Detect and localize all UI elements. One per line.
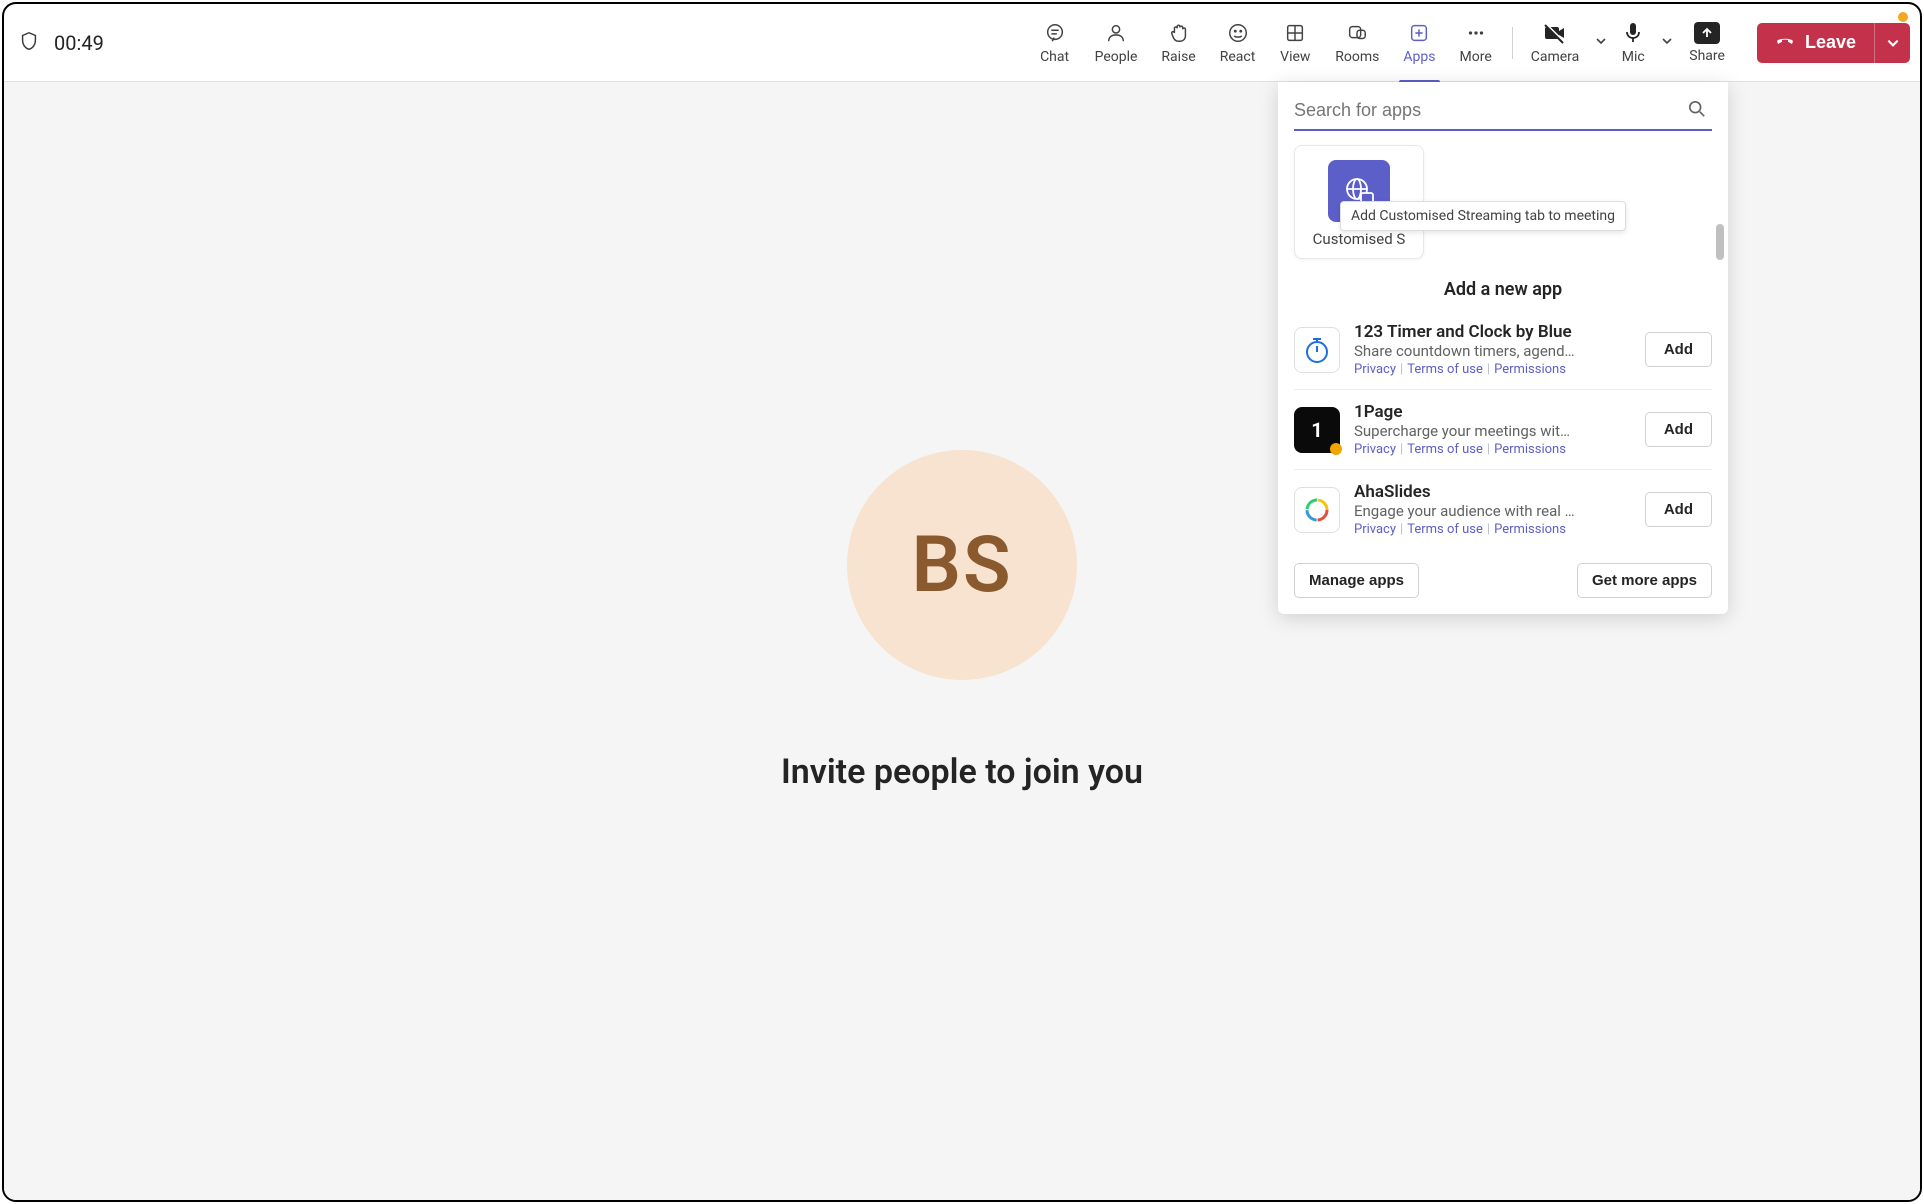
chat-label: Chat [1040, 49, 1069, 65]
phone-down-icon [1775, 30, 1795, 55]
rooms-icon [1345, 21, 1369, 45]
leave-label: Leave [1805, 32, 1856, 53]
meeting-timer: 00:49 [54, 31, 104, 55]
people-icon [1104, 21, 1128, 45]
meeting-window: 00:49 Chat People Raise React View [2, 2, 1922, 1202]
panel-scrollbar[interactable] [1716, 224, 1724, 260]
leave-chevron-button[interactable] [1874, 23, 1910, 63]
terms-link[interactable]: Terms of use [1407, 522, 1483, 537]
apps-button[interactable]: Apps [1391, 13, 1447, 73]
raise-label: Raise [1161, 49, 1195, 65]
app-desc: Supercharge your meetings wit… [1354, 422, 1631, 440]
rooms-label: Rooms [1335, 49, 1379, 65]
camera-chevron[interactable] [1591, 35, 1611, 51]
privacy-link[interactable]: Privacy [1354, 522, 1396, 537]
add-button[interactable]: Add [1645, 492, 1712, 527]
more-label: More [1460, 49, 1492, 65]
permissions-link[interactable]: Permissions [1494, 442, 1566, 457]
get-more-apps-button[interactable]: Get more apps [1577, 563, 1712, 598]
shield-icon[interactable] [18, 30, 40, 56]
apps-label: Apps [1403, 49, 1435, 65]
permissions-link[interactable]: Permissions [1494, 362, 1566, 377]
react-label: React [1220, 49, 1256, 65]
apps-icon [1407, 21, 1431, 45]
more-button[interactable]: More [1448, 13, 1504, 73]
react-button[interactable]: React [1208, 13, 1268, 73]
permissions-link[interactable]: Permissions [1494, 522, 1566, 537]
privacy-link[interactable]: Privacy [1354, 442, 1396, 457]
app-item-ahaslides: AhaSlides Engage your audience with real… [1294, 470, 1712, 549]
camera-label: Camera [1531, 49, 1580, 65]
mic-chevron[interactable] [1657, 35, 1677, 51]
raise-button[interactable]: Raise [1149, 13, 1207, 73]
add-button[interactable]: Add [1645, 332, 1712, 367]
timer-app-icon [1294, 327, 1340, 373]
app-name: 1Page [1354, 402, 1631, 422]
app-desc: Share countdown timers, agend… [1354, 342, 1631, 360]
people-button[interactable]: People [1083, 13, 1150, 73]
app-name: 123 Timer and Clock by Blue [1354, 322, 1631, 342]
add-new-app-heading: Add a new app [1278, 279, 1728, 300]
leave-button[interactable]: Leave [1757, 23, 1874, 63]
chat-icon [1043, 21, 1067, 45]
mic-label: Mic [1622, 49, 1645, 65]
mic-button[interactable]: Mic [1611, 21, 1655, 65]
camera-button[interactable]: Camera [1521, 21, 1590, 65]
1page-app-icon: 1 [1294, 407, 1340, 453]
share-label: Share [1689, 48, 1725, 64]
app-desc: Engage your audience with real … [1354, 502, 1631, 520]
share-button[interactable]: Share [1677, 22, 1737, 64]
grid-icon [1283, 21, 1307, 45]
app-search-box[interactable] [1294, 92, 1712, 131]
camera-off-icon [1543, 21, 1567, 45]
toolbar-divider [1512, 27, 1513, 59]
app-name: AhaSlides [1354, 482, 1631, 502]
manage-apps-button[interactable]: Manage apps [1294, 563, 1419, 598]
meeting-toolbar: 00:49 Chat People Raise React View [4, 4, 1920, 82]
app-item-timer: 123 Timer and Clock by Blue Share countd… [1294, 310, 1712, 390]
more-icon [1464, 21, 1488, 45]
search-icon [1688, 100, 1706, 122]
avatar-initials: BS [911, 520, 1012, 611]
share-screen-icon [1694, 22, 1720, 44]
emoji-icon [1226, 21, 1250, 45]
raise-hand-icon [1167, 21, 1191, 45]
window-status-dot [1898, 12, 1908, 22]
mic-icon [1621, 21, 1645, 45]
apps-panel: Customised S Add Customised Streaming ta… [1278, 82, 1728, 614]
view-label: View [1280, 49, 1310, 65]
terms-link[interactable]: Terms of use [1407, 442, 1483, 457]
ahaslides-app-icon [1294, 487, 1340, 533]
tile-label: Customised S [1313, 230, 1406, 248]
chat-button[interactable]: Chat [1027, 13, 1083, 73]
app-item-1page: 1 1Page Supercharge your meetings wit… P… [1294, 390, 1712, 470]
privacy-link[interactable]: Privacy [1354, 362, 1396, 377]
app-search-input[interactable] [1294, 92, 1712, 129]
add-button[interactable]: Add [1645, 412, 1712, 447]
participant-avatar: BS [847, 450, 1077, 680]
terms-link[interactable]: Terms of use [1407, 362, 1483, 377]
view-button[interactable]: View [1267, 13, 1323, 73]
tile-tooltip: Add Customised Streaming tab to meeting [1340, 201, 1626, 231]
rooms-button[interactable]: Rooms [1323, 13, 1391, 73]
invite-heading: Invite people to join you [781, 752, 1143, 792]
people-label: People [1095, 49, 1138, 65]
